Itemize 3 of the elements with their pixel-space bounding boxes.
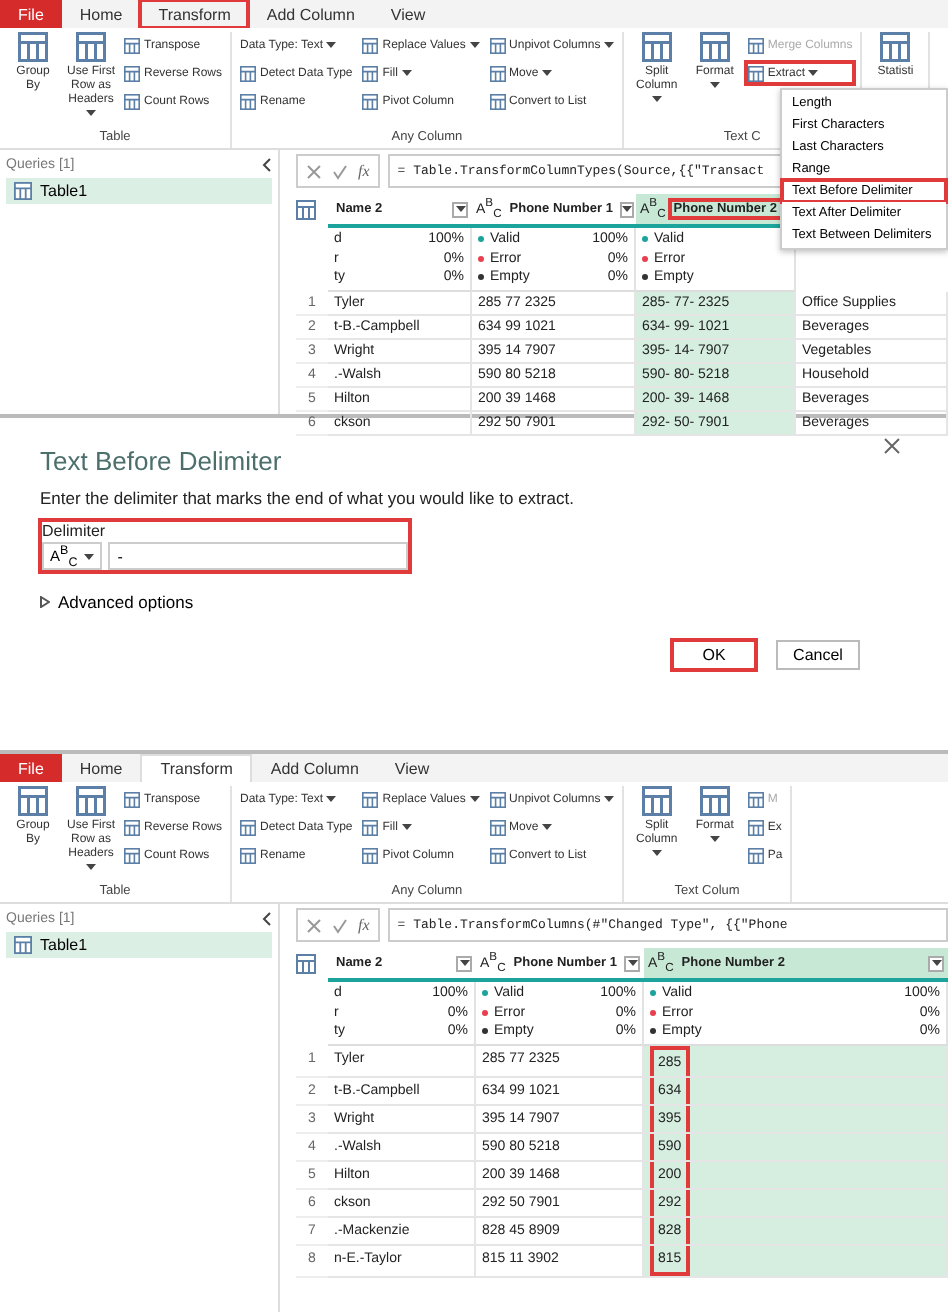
delimiter-label: Delimiter <box>42 522 108 540</box>
dialog-description: Enter the delimiter that marks the end of what you would like to extract. <box>40 488 576 508</box>
dialog-title: Text Before Delimiter <box>40 446 284 476</box>
